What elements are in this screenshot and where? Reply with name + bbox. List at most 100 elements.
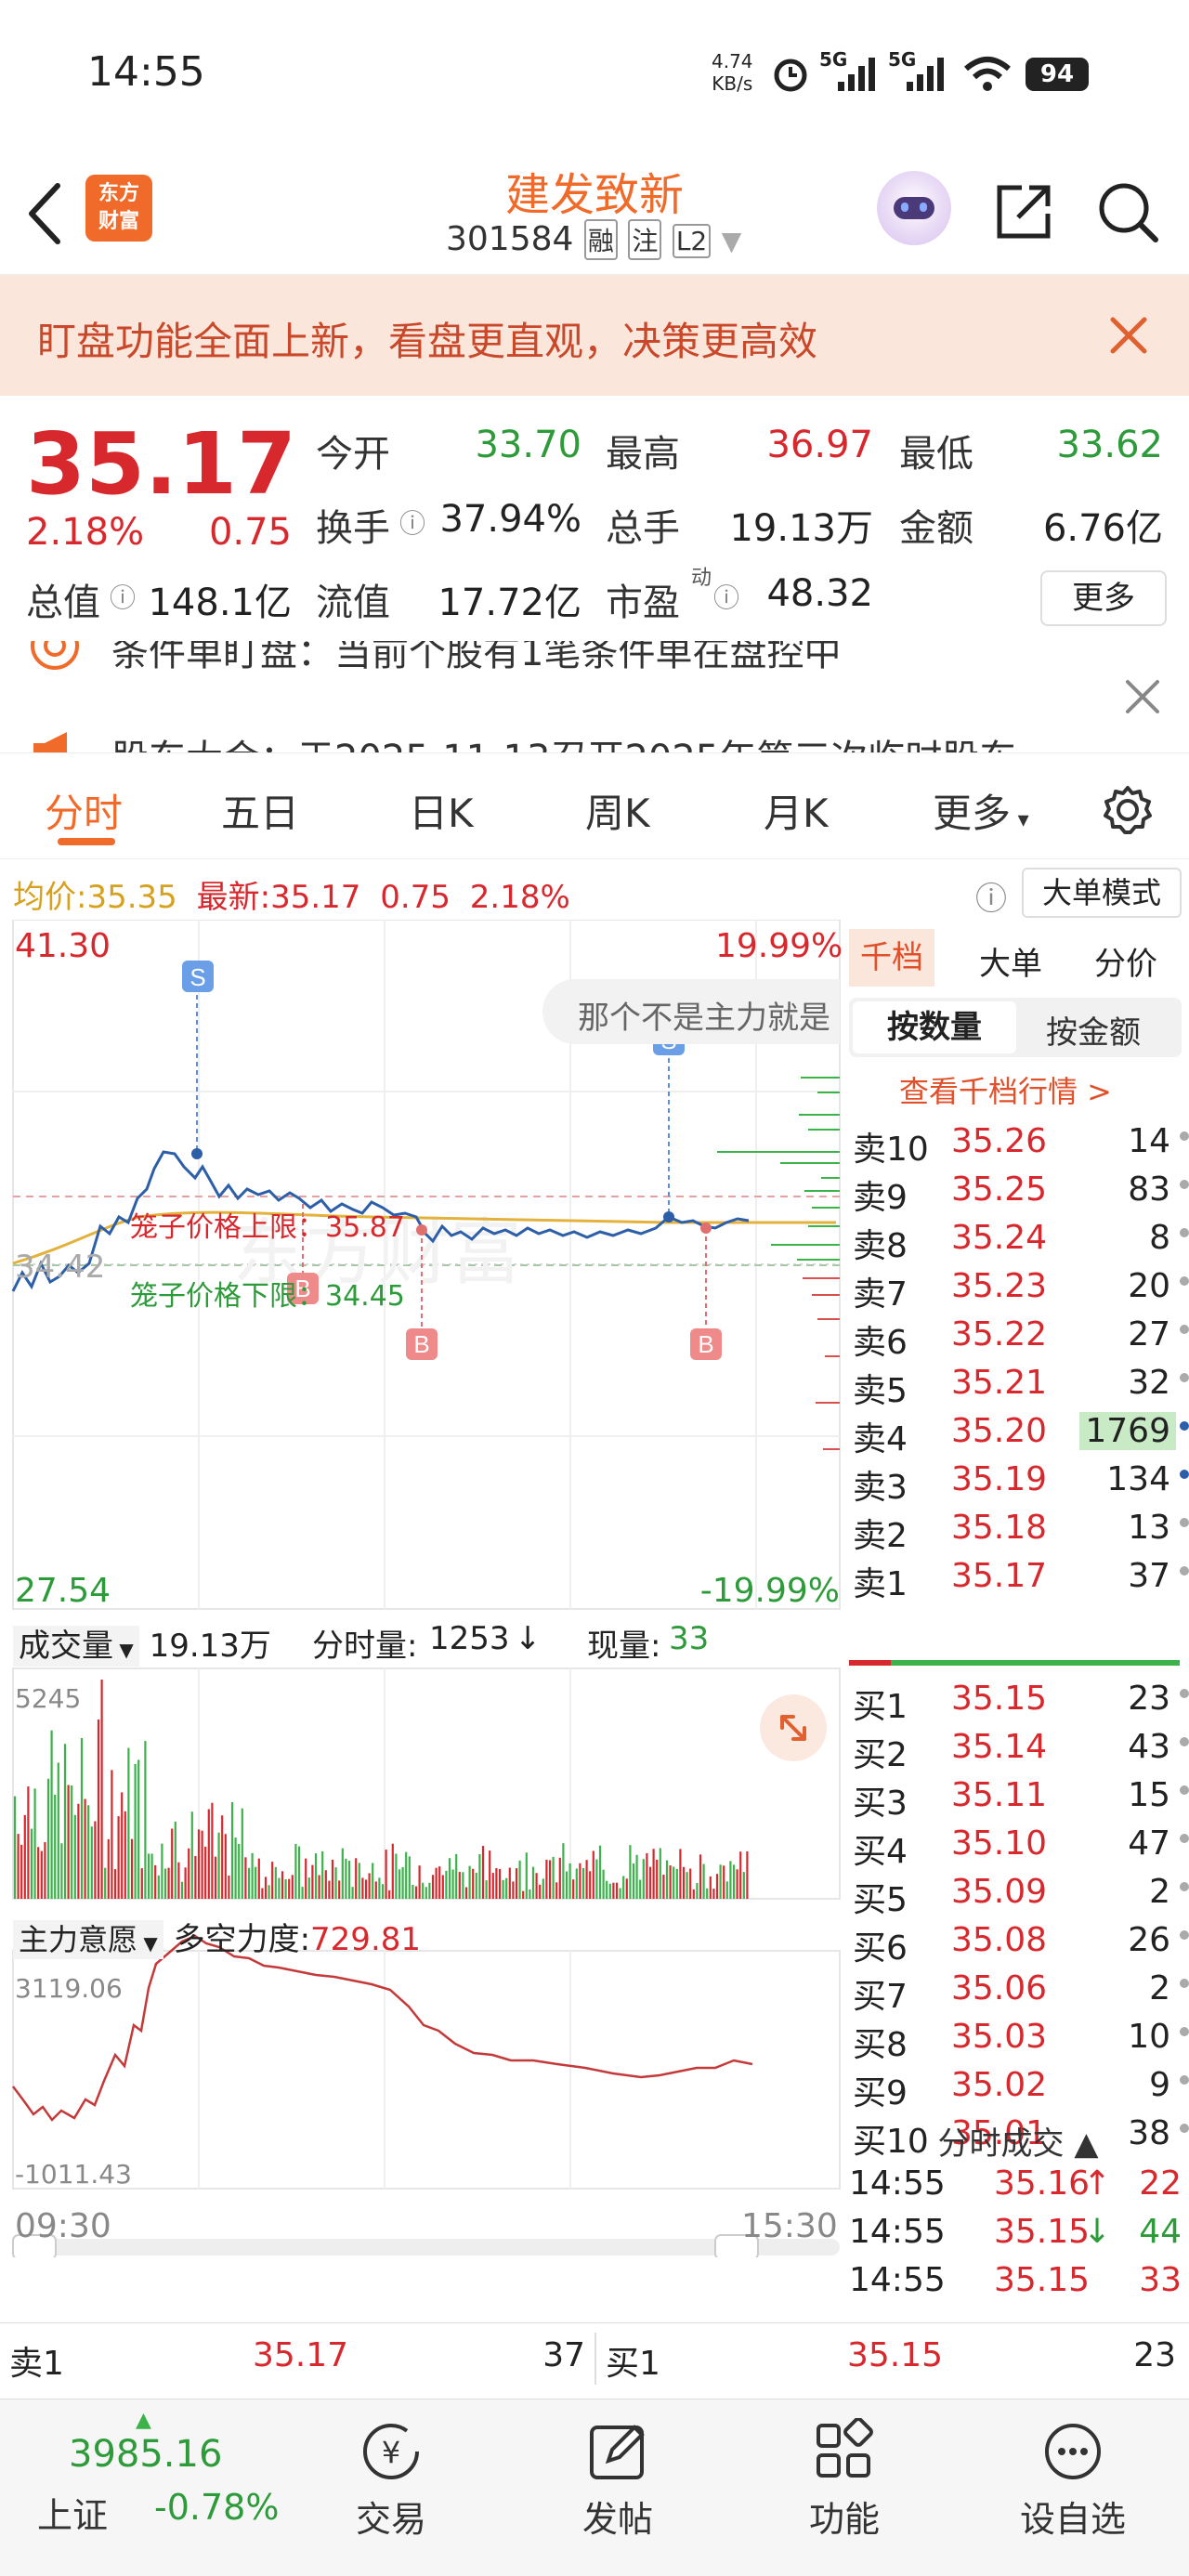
prev-close-label: 34.42: [15, 1249, 106, 1286]
nav-functions[interactable]: 功能: [775, 2418, 914, 2542]
more-button[interactable]: 更多: [1040, 570, 1167, 626]
level-price: 35.25: [951, 1170, 1048, 1209]
main-force-line: [12, 1934, 753, 2122]
quote-panel: 35.17 2.18% 0.75 今开 33.70 最高 36.97 最低 33…: [0, 396, 1189, 641]
level-qty: 2: [1149, 1873, 1170, 1911]
best-bid-qty: 23: [1133, 2336, 1176, 2374]
ask-row[interactable]: 卖9 35.25 83: [847, 1165, 1189, 1217]
level-qty: 2: [1149, 1969, 1170, 2007]
level-price: 35.23: [951, 1267, 1048, 1305]
tab-price-distribution[interactable]: 分价: [1094, 938, 1157, 984]
expand-icon[interactable]: [760, 1694, 827, 1761]
info-icon[interactable]: ⓘ: [713, 578, 739, 615]
ask-row[interactable]: 卖3 35.19 134: [847, 1455, 1189, 1507]
level-qty: 8: [1149, 1219, 1170, 1257]
bid-row[interactable]: 买5 35.09 2: [847, 1867, 1189, 1919]
info-icon[interactable]: ⓘ: [399, 503, 425, 541]
nav-customize[interactable]: 设自选: [1003, 2418, 1143, 2542]
view-depth-link[interactable]: 查看千档行情 >: [899, 1068, 1112, 1111]
level-label: 买1: [853, 1688, 908, 1726]
level-label: 卖1: [853, 1565, 908, 1603]
level-price: 35.26: [951, 1122, 1048, 1160]
bid-row[interactable]: 买8 35.03 10: [847, 2012, 1189, 2064]
tab-intraday[interactable]: 分时: [45, 782, 123, 839]
bid-row[interactable]: 买4 35.10 47: [847, 1819, 1189, 1871]
bid-row[interactable]: 买1 35.15 23: [847, 1674, 1189, 1726]
info-icon[interactable]: ⓘ: [110, 578, 136, 615]
level-label: 卖9: [853, 1179, 908, 1217]
level-label: 卖5: [853, 1372, 908, 1410]
bid-row[interactable]: 买2 35.14 43: [847, 1722, 1189, 1774]
tab-more[interactable]: 更多 ▾: [933, 782, 1029, 839]
level-label: 卖7: [853, 1275, 908, 1314]
ask-row[interactable]: 卖6 35.22 27: [847, 1310, 1189, 1362]
close-icon[interactable]: [1124, 678, 1161, 715]
gear-icon[interactable]: [1102, 784, 1154, 836]
help-icon[interactable]: ⓘ: [975, 873, 1007, 919]
tab-daily-k[interactable]: 日K: [409, 782, 474, 839]
level-label: 卖3: [853, 1469, 908, 1507]
ask-row[interactable]: 卖2 35.18 13: [847, 1503, 1189, 1555]
close-icon[interactable]: [1107, 314, 1150, 357]
level-qty: 23: [1128, 1680, 1170, 1718]
level-dot-icon: [1180, 1689, 1189, 1698]
level-dot-icon: [1180, 1470, 1189, 1479]
ask-row[interactable]: 卖7 35.23 20: [847, 1262, 1189, 1314]
share-icon[interactable]: [994, 180, 1055, 242]
bid-row[interactable]: 买3 35.11 15: [847, 1771, 1189, 1823]
ask-row[interactable]: 卖10 35.26 14: [847, 1117, 1189, 1169]
trade-row: 14:55 35.15 33: [849, 2261, 1182, 2299]
feature-notice-banner[interactable]: 盯盘功能全面上新，看盘更直观，决策更高效: [0, 275, 1189, 396]
main-force-select[interactable]: 主力意愿 ▼: [13, 1920, 163, 1959]
tab-five-day[interactable]: 五日: [221, 782, 299, 839]
turnover-value: 37.94%: [439, 498, 581, 541]
open-value: 33.70: [475, 424, 581, 466]
tab-large-order[interactable]: 大单: [979, 938, 1042, 984]
stock-code[interactable]: 301584 融 注 L2 ▼: [446, 219, 741, 260]
bid-row[interactable]: 买6 35.08 26: [847, 1916, 1189, 1968]
level-qty: 43: [1128, 1728, 1170, 1766]
level-qty: 14: [1128, 1122, 1170, 1160]
svg-text:B: B: [413, 1330, 429, 1358]
level-dot-icon: [1180, 1131, 1189, 1141]
nav-post[interactable]: 发帖: [548, 2418, 687, 2542]
alarm-icon: [774, 59, 807, 92]
ask-row[interactable]: 卖8 35.24 8: [847, 1213, 1189, 1265]
level-qty: 13: [1128, 1509, 1170, 1547]
tab-weekly-k[interactable]: 周K: [585, 782, 650, 839]
pe-value: 48.32: [766, 572, 873, 615]
ask-row[interactable]: 卖1 35.17 37: [847, 1551, 1189, 1603]
volume-indicator-select[interactable]: 成交量 ▼: [13, 1626, 139, 1667]
bid-row[interactable]: 买7 35.06 2: [847, 1964, 1189, 2016]
trades-title[interactable]: 分时成交 ▲: [847, 2118, 1189, 2164]
comment-bubble[interactable]: 那个不是主力就是: [542, 979, 840, 1044]
index-name: 上证: [37, 2495, 109, 2536]
best-ask-price: 35.17: [253, 2336, 349, 2374]
tag-level2: L2: [672, 224, 712, 258]
high-label: 最高: [606, 433, 680, 476]
large-order-mode-button[interactable]: 大单模式: [1022, 868, 1182, 918]
level-qty: 27: [1128, 1315, 1170, 1353]
intraday-chart-area: 均价:35.35 最新:35.17 0.75 2.18% ⓘ 大单模式 东方财富: [0, 858, 1189, 2326]
level-price: 35.02: [951, 2066, 1048, 2104]
by-amount-button[interactable]: 按金额: [1046, 1007, 1141, 1053]
ticker-line-1: 条件单盯盘：当前个股有1笔条件单在盘控中: [111, 641, 842, 674]
level-label: 卖8: [853, 1227, 908, 1265]
ai-assistant-icon[interactable]: [877, 171, 951, 245]
by-quantity-button[interactable]: 按数量: [853, 1001, 1016, 1053]
more-dots-icon: [1045, 2424, 1101, 2479]
level-label: 买2: [853, 1736, 908, 1774]
level-price: 35.14: [951, 1728, 1048, 1766]
announcement-ticker[interactable]: 条件单盯盘：当前个股有1笔条件单在盘控中 股东大会：于2025-11-13召开2…: [0, 641, 1189, 753]
ask-row[interactable]: 卖5 35.21 32: [847, 1358, 1189, 1410]
bid-row[interactable]: 买9 35.02 9: [847, 2060, 1189, 2112]
float-value: 17.72亿: [438, 582, 581, 624]
nav-trade[interactable]: ¥ 交易: [321, 2418, 461, 2542]
ask-row[interactable]: 卖4 35.20 1769: [847, 1406, 1189, 1458]
level-dot-icon: [1180, 1518, 1189, 1527]
tab-thousand-level[interactable]: 千档: [849, 929, 934, 987]
search-icon[interactable]: [1096, 180, 1161, 245]
tab-monthly-k[interactable]: 月K: [764, 782, 829, 839]
back-icon[interactable]: [22, 180, 65, 247]
app-logo[interactable]: 东方 财富: [85, 175, 152, 242]
